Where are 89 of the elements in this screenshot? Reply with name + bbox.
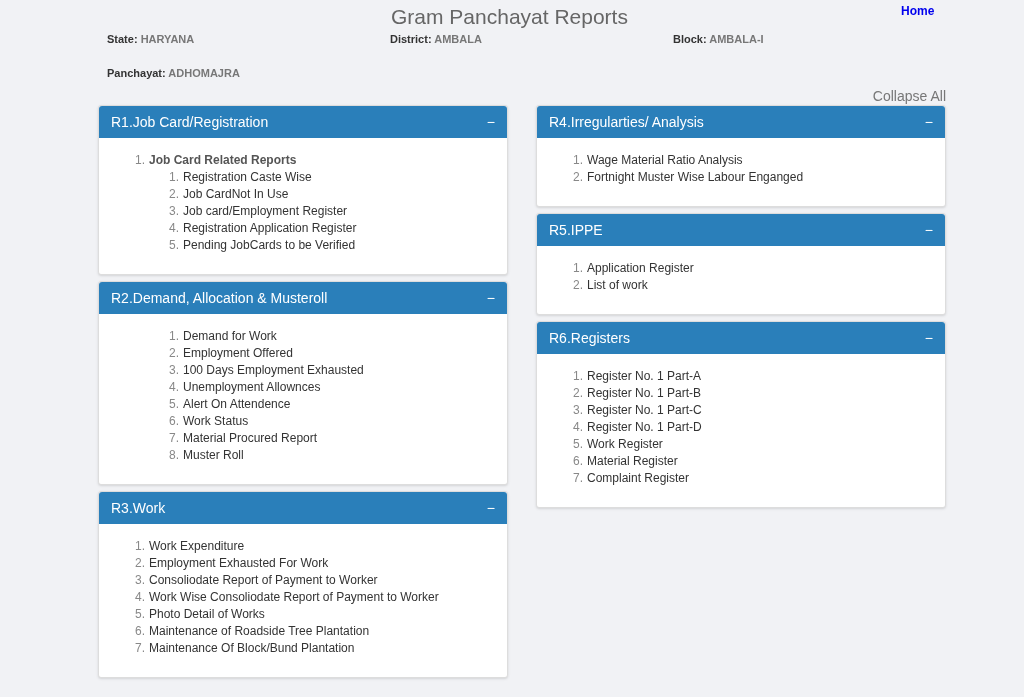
report-link[interactable]: Register No. 1 Part-D [587, 417, 702, 436]
list-number: 6. [168, 412, 179, 430]
report-link[interactable]: List of work [587, 275, 648, 294]
report-link[interactable]: Register No. 1 Part-C [587, 400, 702, 419]
list-number: 1. [572, 151, 583, 169]
panel-title: R6.Registers [549, 328, 630, 348]
panel-header[interactable]: R6.Registers − [537, 322, 945, 354]
report-group-heading: Job Card Related Reports [149, 151, 297, 169]
list-number: 2. [134, 554, 145, 572]
collapse-toggle[interactable]: − [924, 219, 933, 241]
panel-header[interactable]: R3.Work − [99, 492, 507, 524]
report-link[interactable]: Job CardNot In Use [183, 184, 289, 203]
report-link[interactable]: Employment Exhausted For Work [149, 553, 329, 572]
list-number: 5. [134, 605, 145, 623]
report-link[interactable]: Registration Application Register [183, 218, 357, 237]
report-link[interactable]: 100 Days Employment Exhausted [183, 360, 364, 379]
info-field: Block: AMBALA-I [673, 31, 956, 43]
list-number: 7. [134, 639, 145, 657]
info-field: State: HARYANA [107, 31, 390, 43]
collapse-toggle[interactable]: − [486, 111, 495, 133]
report-link[interactable]: Unemployment Allownces [183, 377, 321, 396]
home-link[interactable]: Home [901, 2, 935, 20]
report-link[interactable]: Consoliodate Report of Payment to Worker [149, 570, 378, 589]
list-number: 3. [572, 401, 583, 419]
list-number: 2. [572, 384, 583, 402]
report-link[interactable]: Application Register [587, 258, 694, 277]
report-link[interactable]: Wage Material Ratio Analysis [587, 150, 743, 169]
collapse-toggle[interactable]: − [924, 111, 933, 133]
list-number: 8. [168, 446, 179, 464]
report-link[interactable]: Material Register [587, 451, 678, 470]
list-number: 2. [168, 185, 179, 203]
report-link[interactable]: Muster Roll [183, 445, 244, 464]
report-link[interactable]: Photo Detail of Works [149, 604, 265, 623]
report-link[interactable]: Pending JobCards to be Verified [183, 235, 356, 254]
list-number: 1. [168, 168, 179, 186]
report-link[interactable]: Material Procured Report [183, 428, 318, 447]
panel-title: R3.Work [111, 498, 166, 518]
report-link[interactable]: Demand for Work [183, 326, 277, 345]
panel-title: R4.Irregularties/ Analysis [549, 112, 704, 132]
report-link[interactable]: Register No. 1 Part-B [587, 383, 702, 402]
report-link[interactable]: Registration Caste Wise [183, 167, 312, 186]
list-number: 6. [134, 622, 145, 640]
panel-title: R2.Demand, Allocation & Musteroll [111, 288, 328, 308]
panel-header[interactable]: R4.Irregularties/ Analysis − [537, 106, 945, 138]
list-number: 7. [168, 429, 179, 447]
report-link[interactable]: Complaint Register [587, 468, 690, 487]
list-number: 1. [134, 151, 145, 169]
list-number: 2. [168, 344, 179, 362]
list-number: 7. [572, 469, 583, 487]
report-link[interactable]: Alert On Attendence [183, 394, 291, 413]
list-number: 5. [168, 236, 179, 254]
collapse-toggle[interactable]: − [486, 497, 495, 519]
list-number: 5. [572, 435, 583, 453]
list-number: 1. [572, 259, 583, 277]
panel-header[interactable]: R5.IPPE − [537, 214, 945, 246]
report-link[interactable]: Fortnight Muster Wise Labour Enganged [587, 167, 804, 186]
report-link[interactable]: Employment Offered [183, 343, 293, 362]
list-number: 4. [168, 378, 179, 396]
list-number: 6. [572, 452, 583, 470]
info-field: Panchayat: ADHOMAJRA [107, 65, 390, 77]
report-link[interactable]: Job card/Employment Register [183, 201, 348, 220]
report-link[interactable]: Work Register [587, 434, 663, 453]
list-number: 4. [168, 219, 179, 237]
report-link[interactable]: Work Expenditure [149, 536, 245, 555]
list-number: 3. [168, 202, 179, 220]
panel-title: R5.IPPE [549, 220, 603, 240]
list-number: 2. [572, 276, 583, 294]
list-number: 1. [572, 367, 583, 385]
report-link[interactable]: Work Wise Consoliodate Report of Payment to Worker [149, 587, 439, 606]
list-number: 1. [168, 327, 179, 345]
list-number: 4. [572, 418, 583, 436]
panel-header[interactable]: R1.Job Card/Registration − [99, 106, 507, 138]
panel-title: R1.Job Card/Registration [111, 112, 269, 132]
collapse-all-link[interactable]: Collapse All [872, 86, 946, 105]
list-number: 4. [134, 588, 145, 606]
info-field: District: AMBALA [390, 31, 673, 43]
report-link[interactable]: Maintenance of Roadside Tree Plantation [149, 621, 370, 640]
list-number: 1. [134, 537, 145, 555]
report-link[interactable]: Maintenance Of Block/Bund Plantation [149, 638, 355, 657]
list-number: 3. [168, 361, 179, 379]
list-number: 3. [134, 571, 145, 589]
report-link[interactable]: Work Status [183, 411, 249, 430]
collapse-toggle[interactable]: − [924, 327, 933, 349]
list-number: 2. [572, 168, 583, 186]
panel-header[interactable]: R2.Demand, Allocation & Musteroll − [99, 282, 507, 314]
collapse-toggle[interactable]: − [486, 287, 495, 309]
page-title: Gram Panchayat Reports [391, 4, 628, 30]
list-number: 5. [168, 395, 179, 413]
report-link[interactable]: Register No. 1 Part-A [587, 366, 702, 385]
